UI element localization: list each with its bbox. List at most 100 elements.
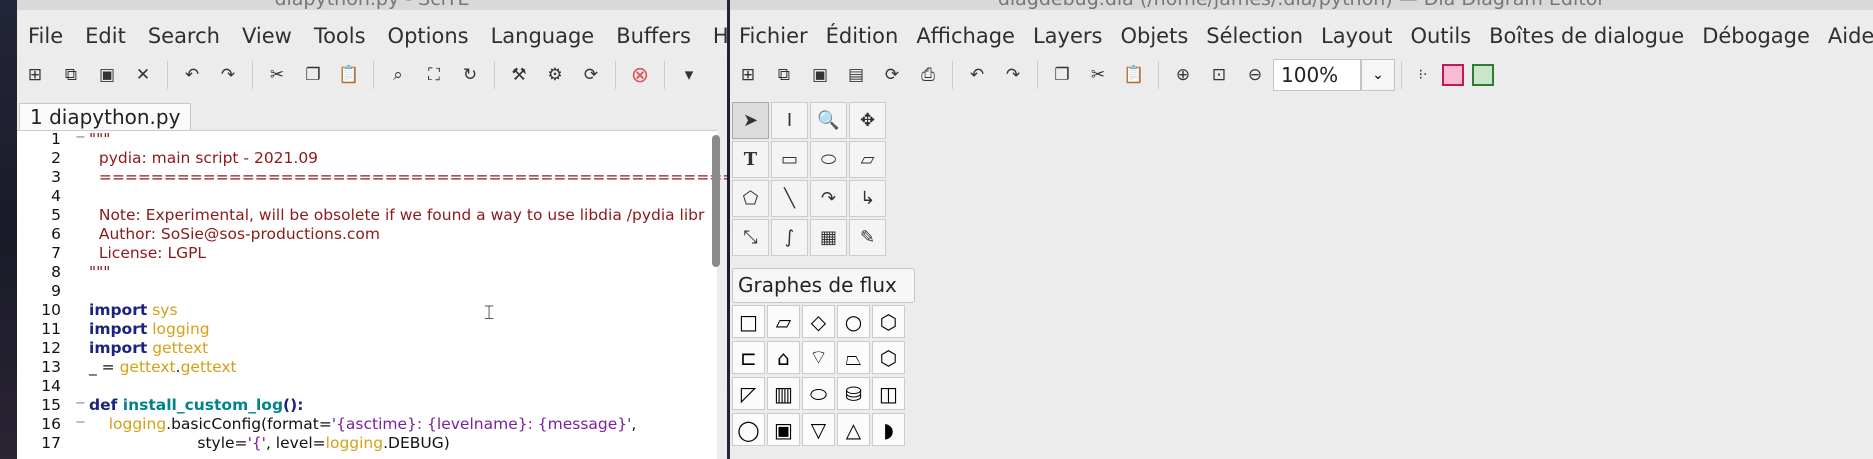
terminator-shape-icon[interactable]: ⬭: [802, 377, 835, 410]
paste-icon[interactable]: 📋: [331, 57, 367, 93]
undo-icon[interactable]: ↶: [174, 57, 210, 93]
outline-tool-icon[interactable]: ✎: [849, 219, 886, 256]
code-line[interactable]: 10 import sys: [17, 301, 717, 320]
summing-junction-shape-icon[interactable]: ◯: [732, 413, 765, 446]
manual-input-shape-icon[interactable]: ◸: [732, 377, 765, 410]
menu-affichage[interactable]: Affichage: [907, 24, 1024, 48]
direct-access-shape-icon[interactable]: ◫: [872, 377, 905, 410]
fold-marker-icon[interactable]: −: [75, 415, 86, 430]
code-line[interactable]: 9: [17, 282, 717, 301]
menu-fichier[interactable]: Fichier: [730, 24, 817, 48]
code-line[interactable]: 1− """: [17, 130, 717, 149]
process-shape-icon[interactable]: □: [732, 305, 765, 338]
menu-aide[interactable]: Aide: [1819, 24, 1873, 48]
code-line[interactable]: 13 _ = gettext.gettext: [17, 358, 717, 377]
menu-options[interactable]: Options: [377, 24, 480, 48]
predefined-process-shape-icon[interactable]: ▥: [767, 377, 800, 410]
find-icon[interactable]: ⌕: [380, 57, 416, 93]
save-as-icon[interactable]: ▤: [838, 57, 874, 93]
internal-storage-shape-icon[interactable]: ▣: [767, 413, 800, 446]
zoom-input[interactable]: 100%: [1273, 59, 1361, 91]
new-file-icon[interactable]: ⊞: [17, 57, 53, 93]
zoom-dropdown-icon[interactable]: ⌄: [1361, 59, 1395, 91]
menu-view[interactable]: View: [231, 24, 303, 48]
save-icon[interactable]: ▣: [89, 57, 125, 93]
arc-tool-icon[interactable]: ↷: [810, 180, 847, 217]
line-tool-icon[interactable]: ╲: [771, 180, 808, 217]
find-in-files-icon[interactable]: ⛶: [416, 57, 452, 93]
polyline-tool-icon[interactable]: ⤡: [732, 219, 769, 256]
menu-outils[interactable]: Outils: [1401, 24, 1480, 48]
code-line[interactable]: 14: [17, 377, 717, 396]
document-shape-icon[interactable]: ⌂: [767, 341, 800, 374]
manual-operation-shape-icon[interactable]: ⏢: [837, 341, 870, 374]
close-icon[interactable]: ✕: [125, 57, 161, 93]
open-icon[interactable]: ⧉: [766, 57, 802, 93]
compile-icon[interactable]: ⚒: [501, 57, 537, 93]
image-tool-icon[interactable]: ▦: [810, 219, 847, 256]
code-line[interactable]: 3 ======================================…: [17, 168, 727, 187]
snap-to-objects-icon[interactable]: [1468, 57, 1498, 93]
zigzag-tool-icon[interactable]: ↳: [849, 180, 886, 217]
delay-shape-icon[interactable]: ◗: [872, 413, 905, 446]
code-line[interactable]: 8 """: [17, 263, 717, 282]
vertical-scrollbar[interactable]: [712, 135, 720, 267]
replace-icon[interactable]: ↻: [452, 57, 488, 93]
zoom-fit-icon[interactable]: ⊡: [1201, 57, 1237, 93]
build-icon[interactable]: ⚙: [537, 57, 573, 93]
paste-icon[interactable]: 📋: [1116, 57, 1152, 93]
menu-edit[interactable]: Edit: [74, 24, 137, 48]
connector-shape-icon[interactable]: ○: [837, 305, 870, 338]
menu-boîtes-de-dialogue[interactable]: Boîtes de dialogue: [1480, 24, 1693, 48]
menu-tools[interactable]: Tools: [303, 24, 377, 48]
menu-layout[interactable]: Layout: [1312, 24, 1401, 48]
code-line[interactable]: 4: [17, 187, 717, 206]
code-line[interactable]: 5 Note: Experimental, will be obsolete i…: [17, 206, 717, 225]
decision-shape-icon[interactable]: ◇: [802, 305, 835, 338]
merge-shape-icon[interactable]: ▽: [802, 413, 835, 446]
save-icon[interactable]: ▣: [802, 57, 838, 93]
extract-shape-icon[interactable]: △: [837, 413, 870, 446]
polygon-tool-icon[interactable]: ▱: [849, 141, 886, 178]
fold-marker-icon[interactable]: −: [75, 130, 86, 145]
tab-diapython[interactable]: 1 diapython.py: [19, 103, 192, 130]
text-edit-tool-icon[interactable]: I: [771, 102, 808, 139]
code-line[interactable]: 6 Author: SoSie@sos-productions.com: [17, 225, 717, 244]
zoom-out-icon[interactable]: ⊖: [1237, 57, 1273, 93]
menu-help[interactable]: Help: [702, 24, 727, 48]
show-grid-icon[interactable]: [1438, 57, 1468, 93]
stop-icon[interactable]: ⊗: [622, 57, 658, 93]
bezier-tool-icon[interactable]: ∫: [771, 219, 808, 256]
snap-to-grid-icon[interactable]: ⁝·: [1408, 57, 1438, 93]
menu-débogage[interactable]: Débogage: [1693, 24, 1819, 48]
dropdown-icon[interactable]: ▾: [671, 57, 707, 93]
redo-icon[interactable]: ↷: [995, 57, 1031, 93]
code-line[interactable]: 2 pydia: main script - 2021.09: [17, 149, 717, 168]
io-shape-icon[interactable]: ▱: [767, 305, 800, 338]
punched-tape-shape-icon[interactable]: ⌔: [802, 341, 835, 374]
beziergon-tool-icon[interactable]: ⬠: [732, 180, 769, 217]
pointer-tool-icon[interactable]: ➤: [732, 102, 769, 139]
code-line[interactable]: 11 import logging: [17, 320, 717, 339]
menu-buffers[interactable]: Buffers: [605, 24, 702, 48]
menu-file[interactable]: File: [17, 24, 74, 48]
preparation-shape-icon[interactable]: ⬡: [872, 305, 905, 338]
redo-icon[interactable]: ↷: [210, 57, 246, 93]
code-line[interactable]: 7 License: LGPL: [17, 244, 717, 263]
fold-marker-icon[interactable]: −: [75, 396, 86, 411]
sheet-selector[interactable]: Graphes de flux ⌄: [732, 268, 915, 329]
new-diagram-icon[interactable]: ⊞: [730, 57, 766, 93]
menu-language[interactable]: Language: [480, 24, 606, 48]
ellipse-tool-icon[interactable]: ⬭: [810, 141, 847, 178]
reload-icon[interactable]: ⟳: [874, 57, 910, 93]
stored-data-shape-icon[interactable]: ⊏: [732, 341, 765, 374]
menu-sélection[interactable]: Sélection: [1197, 24, 1312, 48]
menu-layers[interactable]: Layers: [1024, 24, 1112, 48]
code-line[interactable]: 16− logging.basicConfig(format='{asctime…: [17, 415, 717, 434]
code-line[interactable]: 17 style='{', level=logging.DEBUG): [17, 434, 717, 453]
copy-icon[interactable]: ❐: [295, 57, 331, 93]
code-editor[interactable]: 1− """ 2 pydia: main script - 2021.09 3 ===…: [17, 130, 727, 459]
magnify-tool-icon[interactable]: 🔍: [810, 102, 847, 139]
menu-objets[interactable]: Objets: [1111, 24, 1197, 48]
menu-édition[interactable]: Édition: [817, 24, 908, 48]
